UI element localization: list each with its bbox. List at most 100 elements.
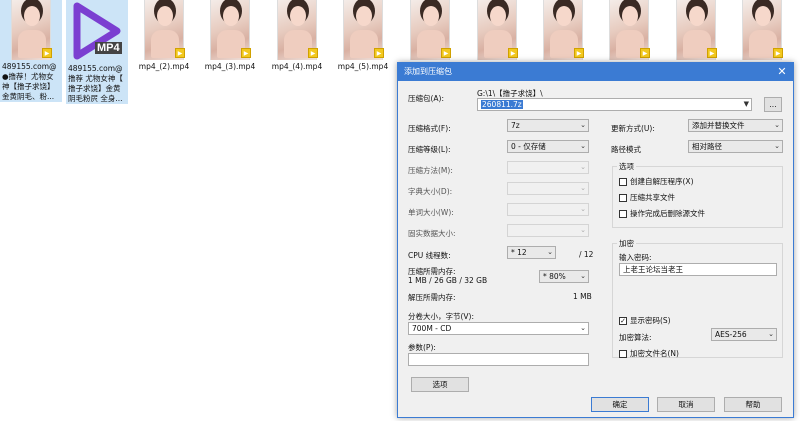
- file-tile[interactable]: ▶: [731, 0, 793, 62]
- checkbox-icon[interactable]: [619, 177, 627, 186]
- dialog-title: 添加到压缩包: [404, 67, 452, 76]
- pathmode-label: 路径模式: [611, 145, 641, 154]
- play-badge-icon: ▶: [508, 48, 518, 58]
- cpu-select[interactable]: * 12 ⌄: [507, 246, 556, 259]
- file-name: 489155.com@ 撸荐 尤物女神【 撸子求饶】金黄 阴毛粉屄 全身...: [68, 64, 123, 103]
- update-select[interactable]: 添加并替换文件 ⌄: [688, 119, 783, 132]
- cpu-max: / 12: [579, 250, 594, 259]
- format-value: 7z: [511, 121, 520, 130]
- archive-name-combo[interactable]: 260811.7z ▼: [477, 98, 752, 111]
- file-tile[interactable]: ▶: [466, 0, 528, 62]
- enc-method-value: AES-256: [715, 330, 747, 339]
- split-value: 700M - CD: [412, 324, 452, 333]
- video-thumbnail: ▶: [410, 0, 451, 60]
- checkbox-icon[interactable]: [619, 209, 627, 218]
- checkbox-icon[interactable]: [619, 193, 627, 202]
- opt-sfx-checkbox[interactable]: 创建自解压程序(X): [619, 176, 694, 187]
- show-password-checkbox[interactable]: ✓ 显示密码(S): [619, 315, 671, 326]
- encryption-group-title: 加密: [617, 238, 636, 249]
- update-value: 添加并替换文件: [692, 121, 745, 130]
- file-tile[interactable]: ▶: [532, 0, 594, 62]
- chevron-down-icon: ⌄: [580, 226, 586, 234]
- file-tile[interactable]: ▶ 489155.com@ ●撸荐！尤物女神【撸子求饶】金黄阴毛、粉...: [0, 0, 62, 102]
- solid-select[interactable]: ⌄: [507, 224, 589, 237]
- play-badge-icon: ▶: [707, 48, 717, 58]
- archive-label: 压缩包(A):: [408, 94, 445, 103]
- opt-shared-checkbox[interactable]: 压缩共享文件: [619, 192, 675, 203]
- file-tile[interactable]: ▶ mp4_(5).mp4: [332, 0, 394, 72]
- word-select[interactable]: ⌄: [507, 203, 589, 216]
- chevron-down-icon[interactable]: ▼: [744, 99, 749, 110]
- level-select[interactable]: 0 - 仅存储 ⌄: [507, 140, 589, 153]
- pathmode-select[interactable]: 相对路径 ⌄: [688, 140, 783, 153]
- dialog-title-bar[interactable]: 添加到压缩包 ✕: [398, 63, 793, 81]
- file-name: mp4_(2).mp4: [138, 62, 190, 71]
- opt-delete-checkbox[interactable]: 操作完成后删除源文件: [619, 208, 705, 219]
- play-badge-icon: ▶: [374, 48, 384, 58]
- password-label: 输入密码:: [619, 253, 652, 262]
- play-badge-icon: ▶: [574, 48, 584, 58]
- file-tile[interactable]: ▶: [598, 0, 660, 62]
- opt-delete-label: 操作完成后删除源文件: [630, 209, 705, 218]
- cancel-button[interactable]: 取消: [657, 397, 715, 412]
- chevron-down-icon: ⌄: [580, 142, 586, 150]
- split-combo[interactable]: 700M - CD ⌄: [408, 322, 589, 335]
- dict-select[interactable]: ⌄: [507, 182, 589, 195]
- chevron-down-icon: ⌄: [774, 142, 780, 150]
- chevron-down-icon: ⌄: [774, 121, 780, 129]
- video-thumbnail: ▶: [277, 0, 318, 60]
- help-button[interactable]: 帮助: [724, 397, 782, 412]
- options-button[interactable]: 选项: [411, 377, 469, 392]
- play-badge-icon: ▶: [42, 48, 52, 58]
- check-icon[interactable]: ✓: [619, 316, 627, 325]
- password-input[interactable]: 上老王论坛当老王: [619, 263, 777, 276]
- mem-percent-select[interactable]: * 80% ⌄: [539, 270, 589, 283]
- ok-button[interactable]: 确定: [591, 397, 649, 412]
- pathmode-value: 相对路径: [692, 142, 722, 151]
- options-group: 选项 创建自解压程序(X) 压缩共享文件 操作完成后删除源文件: [612, 161, 783, 228]
- video-thumbnail: ▶: [543, 0, 584, 60]
- chevron-down-icon: ⌄: [580, 184, 586, 192]
- file-tile[interactable]: ▶ mp4_(3).mp4: [199, 0, 261, 72]
- level-value: 0 - 仅存储: [511, 142, 546, 151]
- chevron-down-icon: ⌄: [768, 330, 774, 338]
- file-tile[interactable]: ▶: [665, 0, 727, 62]
- file-tile[interactable]: MP4 489155.com@ 撸荐 尤物女神【 撸子求饶】金黄 阴毛粉屄 全身.…: [66, 0, 128, 104]
- word-label: 单词大小(W):: [408, 208, 454, 217]
- file-name: mp4_(5).mp4: [337, 62, 389, 71]
- chevron-down-icon: ⌄: [580, 324, 586, 332]
- play-badge-icon: ▶: [175, 48, 185, 58]
- video-file-icon: MP4: [67, 0, 127, 62]
- opt-shared-label: 压缩共享文件: [630, 193, 675, 202]
- close-icon[interactable]: ✕: [775, 63, 789, 81]
- split-label: 分卷大小，字节(V):: [408, 312, 475, 321]
- file-tile[interactable]: ▶ mp4_(2).mp4: [133, 0, 195, 72]
- enc-method-label: 加密算法:: [619, 333, 652, 342]
- enc-names-checkbox[interactable]: 加密文件名(N): [619, 348, 679, 359]
- format-select[interactable]: 7z ⌄: [507, 119, 589, 132]
- cpu-label: CPU 线程数:: [408, 251, 451, 260]
- mem-decompress-value: 1 MB: [573, 292, 592, 301]
- options-group-title: 选项: [617, 161, 636, 172]
- mem-percent-value: * 80%: [543, 272, 566, 281]
- level-label: 压缩等级(L):: [408, 145, 451, 154]
- video-thumbnail: ▶: [477, 0, 518, 60]
- file-tile[interactable]: ▶ mp4_(4).mp4: [266, 0, 328, 72]
- method-select[interactable]: ⌄: [507, 161, 589, 174]
- checkbox-icon[interactable]: [619, 349, 627, 358]
- chevron-down-icon: ⌄: [580, 163, 586, 171]
- update-label: 更新方式(U):: [611, 124, 655, 133]
- video-thumbnail: ▶: [609, 0, 650, 60]
- file-name: mp4_(3).mp4: [204, 62, 256, 71]
- mem-compress-value: 1 MB / 26 GB / 32 GB: [408, 276, 488, 285]
- enc-method-select[interactable]: AES-256 ⌄: [711, 328, 777, 341]
- solid-label: 固实数据大小:: [408, 229, 456, 238]
- chevron-down-icon: ⌄: [547, 248, 553, 256]
- file-tile[interactable]: ▶: [399, 0, 461, 62]
- mp4-icon-label: MP4: [95, 42, 122, 54]
- play-badge-icon: ▶: [640, 48, 650, 58]
- enc-names-label: 加密文件名(N): [630, 349, 679, 358]
- show-password-label: 显示密码(S): [630, 316, 671, 325]
- params-input[interactable]: [408, 353, 589, 366]
- browse-button[interactable]: ...: [764, 97, 782, 112]
